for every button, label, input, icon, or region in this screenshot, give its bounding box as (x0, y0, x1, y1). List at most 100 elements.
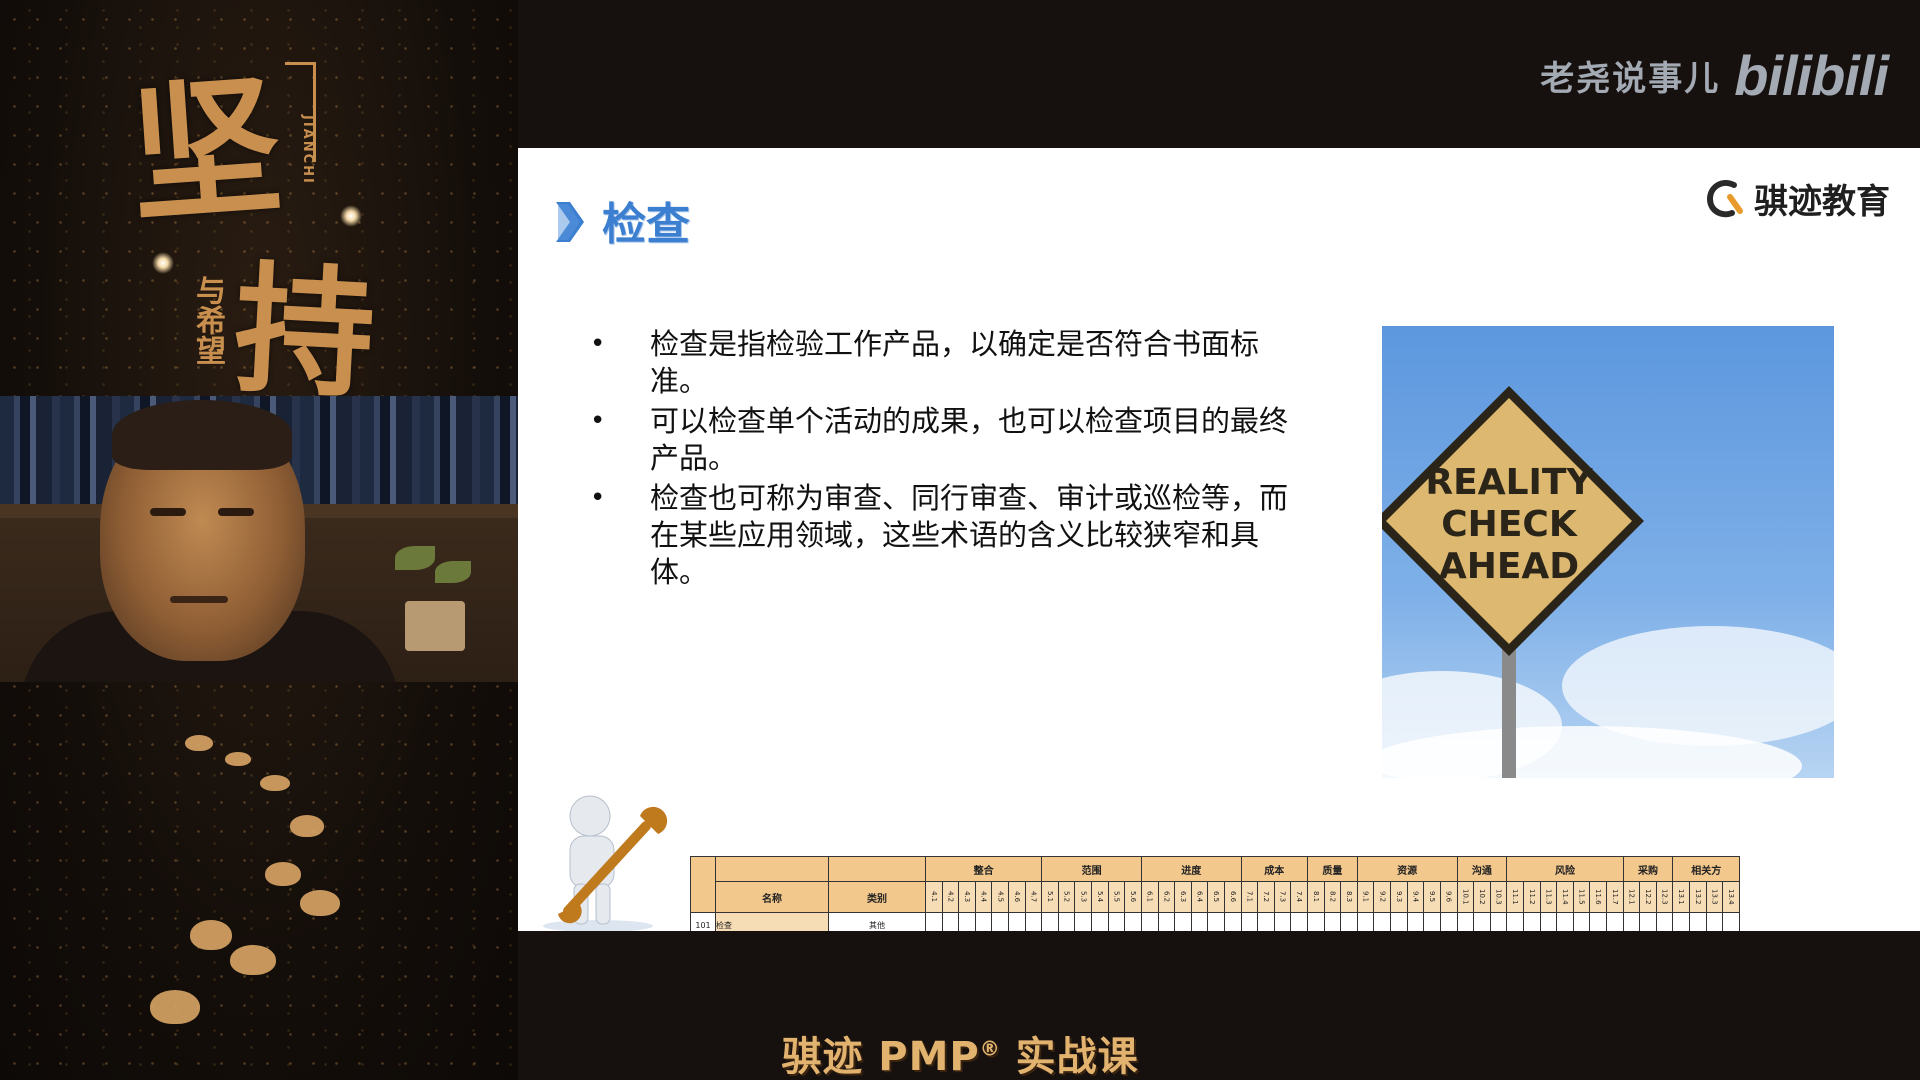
table-process-number: 12.2 (1639, 881, 1657, 913)
table-cell (941, 912, 960, 931)
caption-registered: ® (979, 1036, 1001, 1061)
sparkle-icon (340, 205, 362, 227)
table-cell (925, 912, 943, 931)
table-process-number: 6.1 (1140, 881, 1159, 913)
table-cell (1439, 912, 1458, 931)
plant-pot (405, 601, 465, 651)
table-cell (1157, 912, 1176, 931)
presenter-eye (218, 508, 254, 516)
table-cell (1091, 912, 1109, 931)
table-process-number: 4.4 (974, 881, 993, 913)
table-cell (1340, 912, 1358, 931)
table-process-number: 9.1 (1356, 881, 1375, 913)
table-cell (1622, 912, 1641, 931)
poster-char-2: 持 (230, 247, 379, 419)
table-process-number: 9.4 (1406, 881, 1425, 913)
table-cell (974, 912, 993, 931)
plant-leaf (435, 561, 471, 583)
table-cell (1223, 912, 1242, 931)
webcam-feed (0, 396, 518, 682)
table-cell (1506, 912, 1524, 931)
footprint-icon (230, 945, 276, 975)
sign-text-line: REALITY (1425, 462, 1593, 503)
table-process-number: 4.1 (925, 881, 943, 913)
table-process-number: 11.1 (1506, 881, 1524, 913)
table-process-number: 13.3 (1705, 881, 1724, 913)
table-process-number: 7.1 (1240, 881, 1259, 913)
table-header-blank (715, 856, 829, 882)
table-cell (1323, 912, 1342, 931)
table-group-header: 整合 (924, 856, 1043, 882)
table-process-number: 7.4 (1290, 881, 1309, 913)
sign-text-line: AHEAD (1439, 546, 1579, 587)
process-matrix-table: 整合 范围 进度 成本 质量 资源 沟通 风险 采购 相关方 名称 类别 4.1… (690, 856, 1740, 931)
caption-suffix: 实战课 (1000, 1034, 1139, 1080)
table-process-number: 9.5 (1423, 881, 1441, 913)
footprint-icon (265, 862, 301, 886)
sign-text-line: CHECK (1441, 504, 1578, 545)
table-cell (1423, 912, 1441, 931)
table-process-number: 8.3 (1340, 881, 1358, 913)
presentation-slide: 检查 骐迹教育 检查是指检验工作产品，以确定是否符合书面标准。 可以检查单个活动… (518, 148, 1920, 931)
table-cell-id: 101 (690, 912, 716, 931)
table-process-number: 10.2 (1473, 881, 1491, 913)
table-cell (1107, 912, 1126, 931)
table-cell (958, 912, 976, 931)
table-process-number: 11.2 (1522, 881, 1541, 913)
table-cell (1174, 912, 1192, 931)
table-process-number: 6.5 (1207, 881, 1225, 913)
table-col-name: 名称 (715, 881, 829, 913)
table-cell (1689, 912, 1707, 931)
course-caption: 骐迹 PMP® 实战课 (0, 1024, 1920, 1080)
poster-bracket (285, 62, 315, 65)
table-group-row: 整合 范围 进度 成本 质量 资源 沟通 风险 采购 相关方 (690, 856, 1740, 913)
table-corner (690, 856, 716, 913)
table-cell (1057, 912, 1076, 931)
table-group-header: 范围 (1041, 856, 1142, 882)
table-process-number: 6.3 (1174, 881, 1192, 913)
company-name: 骐迹教育 (1754, 182, 1890, 222)
table-cell (991, 912, 1010, 931)
table-process-number: 13.1 (1672, 881, 1691, 913)
table-group-header: 质量 (1307, 856, 1358, 882)
chevron-right-icon (556, 202, 584, 242)
table-process-number: 11.3 (1539, 881, 1558, 913)
bilibili-logo: bilibili (1734, 43, 1889, 107)
table-process-number: 6.6 (1223, 881, 1242, 913)
footprint-icon (300, 890, 340, 916)
table-process-number: 4.5 (991, 881, 1010, 913)
table-process-number: 13.2 (1689, 881, 1707, 913)
table-cell (1074, 912, 1093, 931)
table-process-number: 8.2 (1323, 881, 1342, 913)
table-process-number: 10.1 (1456, 881, 1475, 913)
table-cell-category: 其他 (828, 912, 926, 931)
table-cell (1390, 912, 1408, 931)
table-process-number: 7.3 (1273, 881, 1292, 913)
bullet-item: 可以检查单个活动的成果，也可以检查项目的最终产品。 (590, 403, 1310, 477)
table-process-number: 5.6 (1124, 881, 1142, 913)
table-group-header: 相关方 (1672, 856, 1740, 882)
table-cell-name: 检查 (715, 912, 829, 931)
bullet-item: 检查也可称为审查、同行审查、审计或巡检等，而在某些应用领域，这些术语的含义比较狭… (590, 480, 1310, 591)
table-process-number: 7.2 (1257, 881, 1275, 913)
plant-leaf (395, 546, 435, 570)
table-cell (1522, 912, 1541, 931)
video-frame: 坚 持 JIANCHI 与希望 老尧说事儿 bilibili 检查 骐迹教育 •… (0, 0, 1920, 1080)
table-cell (1672, 912, 1691, 931)
table-cell (1373, 912, 1392, 931)
table-row: 101 检查 其他 (690, 912, 1740, 931)
table-process-number: 11.5 (1572, 881, 1591, 913)
table-process-number: 11.4 (1556, 881, 1574, 913)
table-cell (1257, 912, 1275, 931)
presenter-mouth (170, 596, 228, 603)
table-process-number: 5.2 (1057, 881, 1076, 913)
channel-brand: 老尧说事儿 bilibili (1540, 40, 1889, 110)
company-logo: 骐迹教育 (1704, 174, 1890, 223)
table-process-number: 11.6 (1589, 881, 1607, 913)
table-process-number: 10.3 (1489, 881, 1508, 913)
table-cell (1406, 912, 1425, 931)
table-cell (1489, 912, 1508, 931)
table-number-row: 名称 类别 4.1 4.2 4.3 4.4 4.5 4.6 4.7 5.1 5.2 5.3 5.4 5… (691, 881, 1740, 913)
table-group-header: 成本 (1240, 856, 1309, 882)
table-process-number: 8.1 (1307, 881, 1325, 913)
